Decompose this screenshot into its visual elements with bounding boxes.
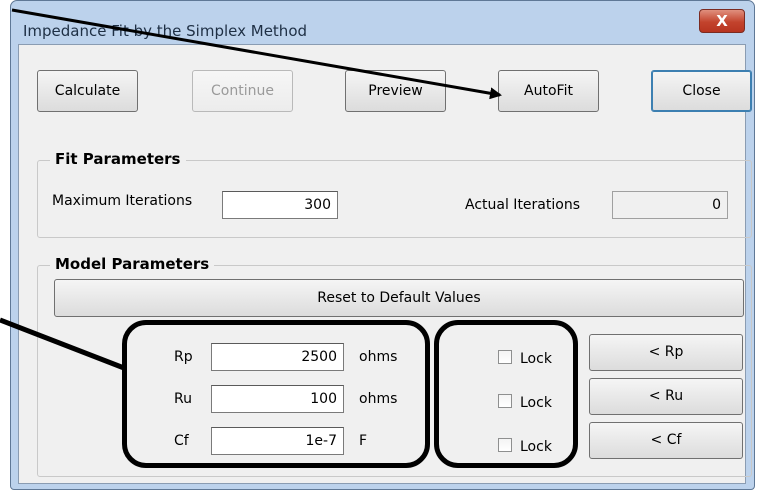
fit-parameters-group: Fit Parameters Maximum Iterations 300 Ac… — [37, 150, 752, 238]
copy-rp-button[interactable]: < Rp — [589, 334, 743, 371]
autofit-button[interactable]: AutoFit — [498, 70, 599, 112]
window-title: Impedance Fit by the Simplex Method — [23, 22, 308, 40]
calculate-button[interactable]: Calculate — [37, 70, 138, 112]
max-iterations-input[interactable]: 300 — [222, 191, 338, 219]
continue-button[interactable]: Continue — [192, 70, 293, 112]
preview-button[interactable]: Preview — [345, 70, 446, 112]
title-bar[interactable]: Impedance Fit by the Simplex Method X — [11, 1, 754, 45]
parameters-highlight-box — [122, 320, 430, 468]
reset-defaults-button[interactable]: Reset to Default Values — [54, 279, 744, 317]
copy-cf-button[interactable]: < Cf — [589, 422, 743, 459]
actual-iterations-field: 0 — [612, 191, 728, 219]
close-window-button[interactable]: X — [699, 9, 745, 33]
max-iterations-label: Maximum Iterations — [52, 193, 193, 209]
model-parameters-title: Model Parameters — [50, 255, 215, 273]
copy-ru-button[interactable]: < Ru — [589, 378, 743, 415]
close-button[interactable]: Close — [651, 70, 752, 112]
actual-iterations-label: Actual Iterations — [465, 197, 580, 213]
lock-highlight-box — [434, 320, 578, 468]
fit-parameters-title: Fit Parameters — [50, 150, 186, 168]
